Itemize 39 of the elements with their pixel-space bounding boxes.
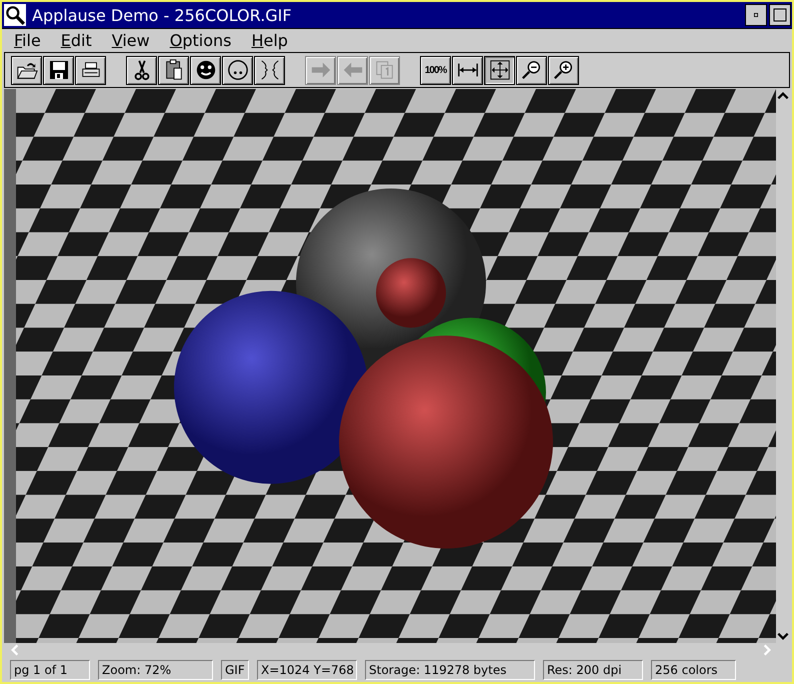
fit-page-button[interactable]: [484, 56, 515, 84]
zoom-out-icon: [520, 59, 542, 81]
menu-item[interactable]: Help: [245, 30, 302, 50]
four-way-arrows-icon: [488, 59, 510, 81]
magnifier-icon[interactable]: [4, 4, 26, 26]
status-field: Storage: 119278 bytes: [365, 660, 535, 680]
maximize-button[interactable]: [769, 4, 791, 26]
pages-icon: [374, 59, 396, 81]
status-field: X=1024 Y=768: [257, 660, 357, 680]
window-title: Applause Demo - 256COLOR.GIF: [32, 6, 293, 24]
menu-item[interactable]: View: [106, 30, 164, 50]
menu-item[interactable]: Edit: [54, 30, 106, 50]
status-field: Res: 200 dpi: [543, 660, 643, 680]
status-field: GIF: [221, 660, 249, 680]
status-field: 256 colors: [651, 660, 736, 680]
status-field: pg 1 of 1: [10, 660, 90, 680]
fit-width-button[interactable]: [452, 56, 483, 84]
status-field: Zoom: 72%: [98, 660, 213, 680]
zoom-in-button[interactable]: [548, 56, 579, 84]
print-button[interactable]: [75, 56, 106, 84]
faces-button[interactable]: [254, 56, 285, 84]
maximize-icon: [773, 8, 787, 22]
cut-button[interactable]: [126, 56, 157, 84]
menu-item[interactable]: Options: [164, 30, 246, 50]
zoom-out-button[interactable]: [516, 56, 547, 84]
face-profiles-icon: [258, 59, 280, 81]
smiley-button[interactable]: [190, 56, 221, 84]
minimize-icon: [752, 11, 760, 19]
vertical-scrollbar[interactable]: [776, 89, 790, 643]
menu-item[interactable]: File: [8, 30, 55, 50]
smiley-icon: [194, 59, 216, 81]
zoom-100-button[interactable]: 100%: [420, 56, 451, 84]
zoom-in-icon: [552, 59, 574, 81]
face-button[interactable]: [222, 56, 253, 84]
face-icon: [226, 59, 248, 81]
open-button[interactable]: [11, 56, 42, 84]
paste-button[interactable]: [158, 56, 189, 84]
minimize-button[interactable]: [745, 4, 767, 26]
save-button[interactable]: [43, 56, 74, 84]
